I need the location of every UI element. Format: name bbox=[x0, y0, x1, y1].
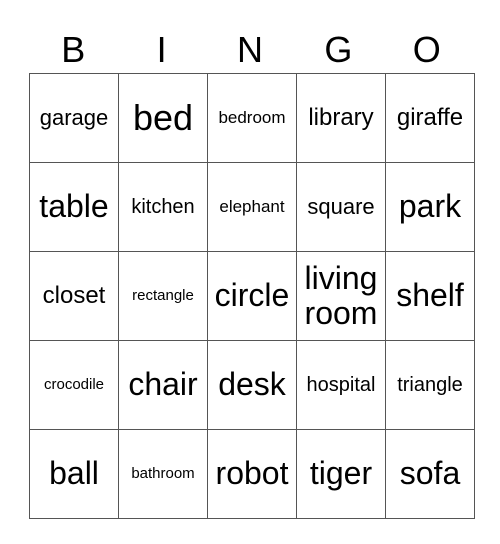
bingo-cell[interactable]: living room bbox=[296, 251, 386, 341]
bingo-cell[interactable]: robot bbox=[207, 429, 297, 519]
bingo-cell[interactable]: library bbox=[296, 73, 386, 163]
bingo-cell[interactable]: closet bbox=[29, 251, 119, 341]
bingo-cell[interactable]: bed bbox=[118, 73, 208, 163]
bingo-cell[interactable]: square bbox=[296, 162, 386, 252]
bingo-cell[interactable]: circle bbox=[207, 251, 297, 341]
bingo-cell[interactable]: park bbox=[385, 162, 475, 252]
bingo-cell[interactable]: sofa bbox=[385, 429, 475, 519]
bingo-cell[interactable]: ball bbox=[29, 429, 119, 519]
header-letter-n: N bbox=[236, 29, 263, 70]
header-letter-o: O bbox=[412, 29, 441, 70]
bingo-grid: garage bed bedroom library giraffe table… bbox=[29, 73, 475, 519]
bingo-cell[interactable]: garage bbox=[29, 73, 119, 163]
bingo-cell[interactable]: giraffe bbox=[385, 73, 475, 163]
bingo-cell[interactable]: crocodile bbox=[29, 340, 119, 430]
bingo-cell[interactable]: chair bbox=[118, 340, 208, 430]
bingo-cell[interactable]: kitchen bbox=[118, 162, 208, 252]
bingo-cell[interactable]: rectangle bbox=[118, 251, 208, 341]
bingo-cell[interactable]: desk bbox=[207, 340, 297, 430]
grid-row: table kitchen elephant square park bbox=[29, 162, 475, 252]
header-letter-b: B bbox=[61, 29, 86, 70]
bingo-cell[interactable]: bathroom bbox=[118, 429, 208, 519]
header-letter-g: G bbox=[324, 29, 353, 70]
bingo-cell[interactable]: shelf bbox=[385, 251, 475, 341]
grid-row: closet rectangle circle living room shel… bbox=[29, 251, 475, 341]
bingo-cell[interactable]: tiger bbox=[296, 429, 386, 519]
grid-row: ball bathroom robot tiger sofa bbox=[29, 429, 475, 519]
bingo-header: B I N G O bbox=[29, 26, 471, 74]
bingo-cell[interactable]: elephant bbox=[207, 162, 297, 252]
grid-row: garage bed bedroom library giraffe bbox=[29, 73, 475, 163]
bingo-cell[interactable]: bedroom bbox=[207, 73, 297, 163]
grid-row: crocodile chair desk hospital triangle bbox=[29, 340, 475, 430]
bingo-cell[interactable]: table bbox=[29, 162, 119, 252]
bingo-cell[interactable]: triangle bbox=[385, 340, 475, 430]
bingo-cell[interactable]: hospital bbox=[296, 340, 386, 430]
header-letter-i: I bbox=[156, 29, 167, 70]
